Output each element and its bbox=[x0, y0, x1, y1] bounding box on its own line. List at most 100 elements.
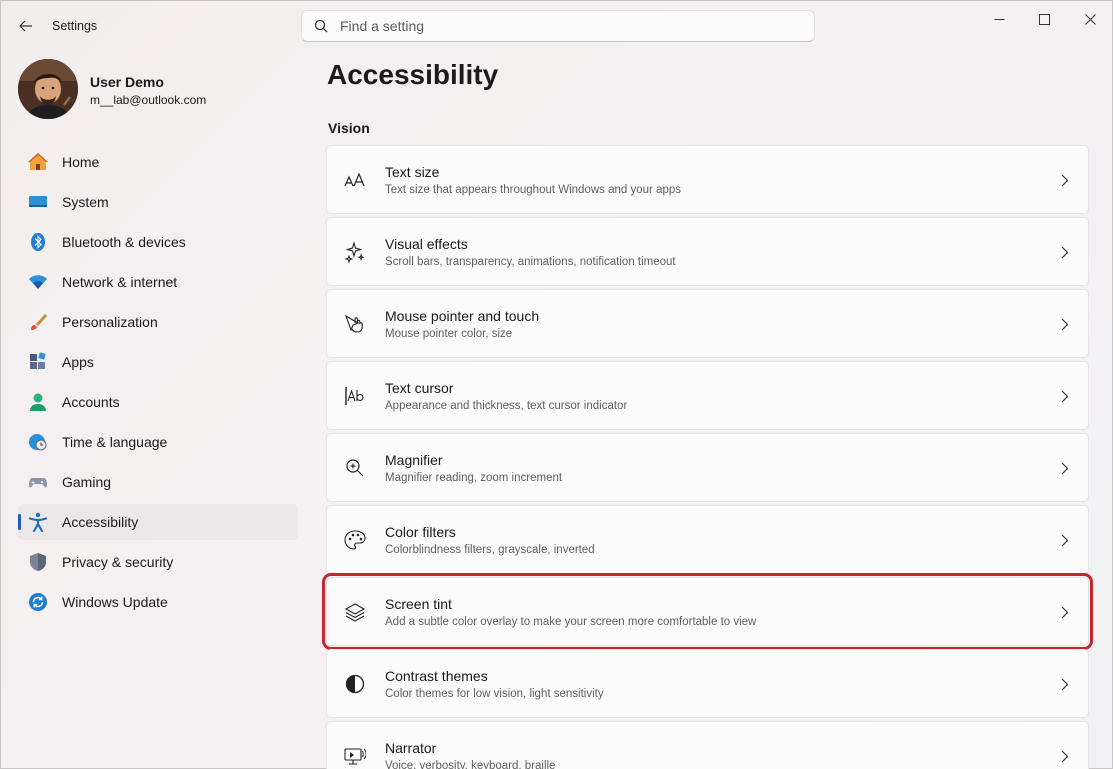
sidebar-item-label: System bbox=[62, 194, 109, 210]
card-title: Visual effects bbox=[385, 236, 468, 252]
sparkle-icon bbox=[344, 240, 366, 263]
card-title: Screen tint bbox=[385, 596, 452, 612]
card-title: Text cursor bbox=[385, 380, 454, 396]
minimize-icon bbox=[994, 18, 1004, 20]
card-description: Colorblindness filters, grayscale, inver… bbox=[385, 544, 595, 556]
chevron-right-icon bbox=[1058, 604, 1072, 620]
text-cursor-icon bbox=[344, 385, 366, 407]
chevron-right-icon bbox=[1058, 676, 1072, 692]
sidebar-item-network[interactable]: Network & internet bbox=[18, 264, 298, 300]
sidebar-item-windows-update[interactable]: Windows Update bbox=[18, 584, 298, 620]
sidebar-item-home[interactable]: Home bbox=[18, 144, 298, 180]
back-button[interactable] bbox=[13, 13, 39, 39]
sidebar-item-system[interactable]: System bbox=[18, 184, 298, 220]
sidebar-item-label: Privacy & security bbox=[62, 554, 174, 570]
contrast-icon bbox=[344, 673, 366, 695]
sidebar-item-privacy[interactable]: Privacy & security bbox=[18, 544, 298, 580]
sidebar-item-bluetooth[interactable]: Bluetooth & devices bbox=[18, 224, 298, 260]
sidebar-item-label: Apps bbox=[62, 354, 94, 370]
card-title: Contrast themes bbox=[385, 668, 488, 684]
setting-card-magnifier[interactable]: Magnifier Magnifier reading, zoom increm… bbox=[326, 433, 1089, 502]
card-title: Color filters bbox=[385, 524, 456, 540]
sidebar-item-label: Bluetooth & devices bbox=[62, 234, 186, 250]
sidebar-item-label: Network & internet bbox=[62, 274, 178, 290]
sidebar-item-label: Home bbox=[62, 154, 100, 170]
text-size-icon bbox=[344, 169, 366, 191]
sidebar-item-accessibility[interactable]: Accessibility bbox=[18, 504, 298, 540]
brush-icon bbox=[28, 312, 48, 332]
card-description: Appearance and thickness, text cursor in… bbox=[385, 400, 628, 412]
sidebar-item-label: Windows Update bbox=[62, 594, 168, 610]
chevron-right-icon bbox=[1058, 388, 1072, 404]
setting-card-text-size[interactable]: Text size Text size that appears through… bbox=[326, 145, 1089, 214]
card-title: Narrator bbox=[385, 740, 437, 756]
sidebar-item-label: Personalization bbox=[62, 314, 158, 330]
bluetooth-icon bbox=[28, 232, 48, 252]
accessibility-icon bbox=[28, 512, 48, 532]
sidebar-item-label: Accessibility bbox=[62, 514, 139, 530]
wifi-icon bbox=[28, 272, 48, 292]
card-description: Magnifier reading, zoom increment bbox=[385, 472, 563, 484]
apps-icon bbox=[28, 352, 48, 372]
setting-card-narrator[interactable]: Narrator Voice, verbosity, keyboard, bra… bbox=[326, 721, 1089, 769]
accounts-icon bbox=[28, 392, 48, 412]
sidebar-item-apps[interactable]: Apps bbox=[18, 344, 298, 380]
close-icon bbox=[1084, 13, 1096, 25]
layers-icon bbox=[344, 601, 366, 623]
setting-card-color-filters[interactable]: Color filters Colorblindness filters, gr… bbox=[326, 505, 1089, 574]
card-description: Text size that appears throughout Window… bbox=[385, 184, 681, 196]
setting-card-text-cursor[interactable]: Text cursor Appearance and thickness, te… bbox=[326, 361, 1089, 430]
shield-icon bbox=[28, 552, 48, 572]
chevron-right-icon bbox=[1058, 532, 1072, 548]
title-bar: Settings bbox=[1, 1, 1112, 51]
chevron-right-icon bbox=[1058, 172, 1072, 188]
sidebar-item-accounts[interactable]: Accounts bbox=[18, 384, 298, 420]
chevron-right-icon bbox=[1058, 460, 1072, 476]
card-description: Add a subtle color overlay to make your … bbox=[385, 616, 757, 628]
sidebar-item-label: Gaming bbox=[62, 474, 112, 490]
search-input[interactable] bbox=[340, 18, 780, 34]
card-description: Scroll bars, transparency, animations, n… bbox=[385, 256, 676, 268]
settings-window: Settings User Demo m__la bbox=[0, 0, 1113, 769]
sidebar-item-label: Time & language bbox=[62, 434, 168, 450]
minimize-button[interactable] bbox=[976, 1, 1022, 37]
sidebar-nav: Home System Bluetooth & devices Network … bbox=[18, 144, 298, 624]
palette-icon bbox=[344, 529, 366, 551]
setting-card-mouse-pointer[interactable]: Mouse pointer and touch Mouse pointer co… bbox=[326, 289, 1089, 358]
sidebar-item-gaming[interactable]: Gaming bbox=[18, 464, 298, 500]
page-title: Accessibility bbox=[327, 59, 499, 90]
home-icon bbox=[28, 152, 48, 172]
narrator-icon bbox=[344, 745, 366, 767]
setting-card-visual-effects[interactable]: Visual effects Scroll bars, transparency… bbox=[326, 217, 1089, 286]
chevron-right-icon bbox=[1058, 316, 1072, 332]
clock-globe-icon bbox=[28, 432, 48, 452]
arrow-left-icon bbox=[19, 20, 32, 32]
settings-list: Text size Text size that appears through… bbox=[322, 145, 1093, 769]
pointer-icon bbox=[344, 313, 366, 335]
card-description: Mouse pointer color, size bbox=[385, 328, 513, 340]
card-description: Voice, verbosity, keyboard, braille bbox=[385, 760, 556, 769]
search-icon bbox=[302, 19, 340, 33]
setting-card-contrast-themes[interactable]: Contrast themes Color themes for low vis… bbox=[326, 649, 1089, 718]
sidebar-item-time-language[interactable]: Time & language bbox=[18, 424, 298, 460]
section-title: Vision bbox=[328, 120, 370, 136]
maximize-button[interactable] bbox=[1021, 1, 1067, 37]
update-icon bbox=[28, 592, 48, 612]
sidebar-item-label: Accounts bbox=[62, 394, 120, 410]
card-title: Text size bbox=[385, 164, 440, 180]
magnifier-icon bbox=[344, 457, 366, 479]
avatar[interactable] bbox=[18, 59, 78, 119]
setting-card-screen-tint[interactable]: Screen tint Add a subtle color overlay t… bbox=[322, 573, 1093, 650]
chevron-right-icon bbox=[1058, 244, 1072, 260]
card-title: Mouse pointer and touch bbox=[385, 308, 540, 324]
card-description: Color themes for low vision, light sensi… bbox=[385, 688, 604, 700]
user-name: User Demo bbox=[90, 74, 164, 90]
gamepad-icon bbox=[28, 472, 48, 492]
close-button[interactable] bbox=[1067, 1, 1113, 37]
sidebar-item-personalization[interactable]: Personalization bbox=[18, 304, 298, 340]
search-box[interactable] bbox=[301, 10, 815, 42]
maximize-icon bbox=[1038, 13, 1050, 25]
chevron-right-icon bbox=[1058, 748, 1072, 764]
system-icon bbox=[28, 192, 48, 212]
card-title: Magnifier bbox=[385, 452, 443, 468]
